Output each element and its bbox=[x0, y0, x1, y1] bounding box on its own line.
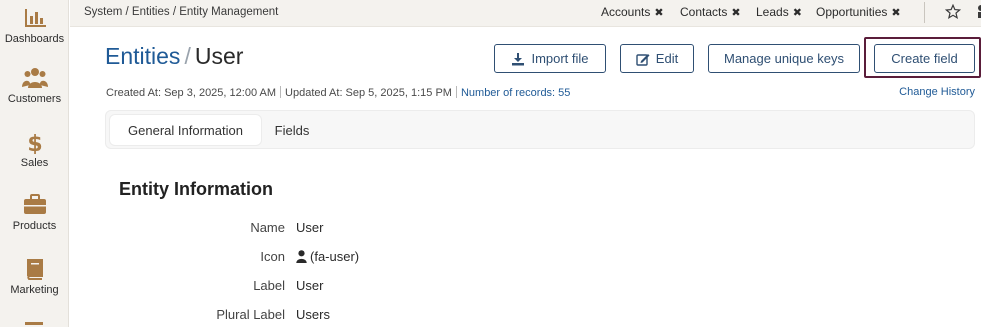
field-value: User bbox=[296, 278, 323, 293]
divider bbox=[455, 86, 457, 98]
quick-tab-contacts[interactable]: Contacts ✖ bbox=[680, 5, 741, 19]
download-icon bbox=[512, 52, 525, 65]
entities-link[interactable]: Entities bbox=[105, 43, 180, 69]
tab-label: Fields bbox=[274, 122, 310, 138]
breadcrumb: System / Entities / Entity Management bbox=[84, 6, 279, 18]
sidebar-item-label: Sales bbox=[20, 157, 49, 169]
updated-at: Updated At: Sep 5, 2025, 1:15 PM bbox=[285, 87, 452, 99]
top-bar: System / Entities / Entity Management Ac… bbox=[70, 0, 981, 27]
quick-tab-opportunities[interactable]: Opportunities ✖ bbox=[816, 5, 901, 19]
import-file-button[interactable]: Import file bbox=[494, 44, 606, 73]
svg-text:$: $ bbox=[27, 132, 42, 154]
change-history-link[interactable]: Change History bbox=[899, 86, 975, 98]
sidebar-item-sales[interactable]: $ Sales bbox=[0, 130, 69, 169]
field-value: (fa-user) bbox=[296, 249, 359, 264]
divider bbox=[924, 2, 925, 23]
create-field-button[interactable]: Create field bbox=[874, 44, 975, 73]
quick-tab-leads[interactable]: Leads ✖ bbox=[756, 5, 802, 19]
field-row-plural-label: Plural Label Users bbox=[0, 307, 700, 325]
edit-button[interactable]: Edit bbox=[620, 44, 694, 73]
field-label: Label bbox=[253, 278, 285, 293]
field-row-icon: Icon (fa-user) bbox=[0, 249, 700, 267]
quick-tab-label: Opportunities bbox=[816, 5, 888, 19]
field-value: Users bbox=[296, 307, 330, 322]
field-value-text: User bbox=[296, 220, 324, 235]
user-icon bbox=[296, 250, 307, 263]
sidebar-item-customers[interactable]: Customers bbox=[0, 66, 69, 105]
close-icon[interactable]: ✖ bbox=[654, 7, 663, 19]
users-icon bbox=[21, 68, 48, 88]
field-label: Icon bbox=[260, 249, 285, 264]
sidebar-item-label: Customers bbox=[7, 93, 62, 105]
field-value-text: (fa-user) bbox=[310, 249, 360, 264]
bar-chart-icon bbox=[24, 9, 46, 27]
entity-meta: Created At: Sep 3, 2025, 12:00 AM Updated… bbox=[106, 86, 570, 99]
import-file-label: Import file bbox=[531, 51, 589, 66]
quick-tab-label: Contacts bbox=[680, 5, 728, 19]
divider bbox=[280, 86, 282, 98]
edit-label: Edit bbox=[655, 51, 679, 66]
sidebar-item-label: Dashboards bbox=[4, 33, 65, 45]
edit-icon bbox=[636, 53, 650, 66]
entity-name: User bbox=[194, 43, 244, 69]
close-icon[interactable]: ✖ bbox=[891, 7, 900, 19]
user-icon[interactable] bbox=[976, 4, 981, 18]
record-count: Number of records: 55 bbox=[460, 87, 571, 99]
page-title: Entities / User bbox=[105, 43, 243, 70]
briefcase-icon bbox=[23, 194, 46, 214]
sidebar-item-dashboards[interactable]: Dashboards bbox=[0, 6, 69, 45]
create-field-label: Create field bbox=[891, 51, 958, 66]
tab-bar: General Information Fields bbox=[105, 110, 975, 149]
title-separator: / bbox=[184, 43, 191, 69]
field-row-label: Label User bbox=[0, 278, 700, 296]
close-icon[interactable]: ✖ bbox=[793, 7, 802, 19]
dollar-icon: $ bbox=[27, 132, 42, 154]
tab-general-information[interactable]: General Information bbox=[110, 115, 261, 145]
field-label: Name bbox=[250, 220, 285, 235]
field-value: User bbox=[296, 220, 323, 235]
quick-tab-accounts[interactable]: Accounts ✖ bbox=[601, 5, 664, 19]
tab-fields[interactable]: Fields bbox=[264, 115, 320, 145]
section-title: Entity Information bbox=[119, 179, 273, 199]
tab-label: General Information bbox=[128, 122, 243, 138]
quick-tab-label: Accounts bbox=[601, 5, 651, 19]
field-label: Plural Label bbox=[216, 307, 285, 322]
field-value-text: User bbox=[296, 278, 324, 293]
star-icon[interactable] bbox=[945, 4, 961, 20]
field-value-text: Users bbox=[296, 307, 330, 322]
created-at: Created At: Sep 3, 2025, 12:00 AM bbox=[106, 87, 277, 99]
close-icon[interactable]: ✖ bbox=[731, 7, 740, 19]
field-row-name: Name User bbox=[0, 220, 700, 238]
quick-tab-label: Leads bbox=[756, 5, 789, 19]
manage-unique-keys-label: Manage unique keys bbox=[724, 51, 844, 66]
manage-unique-keys-button[interactable]: Manage unique keys bbox=[708, 44, 860, 73]
